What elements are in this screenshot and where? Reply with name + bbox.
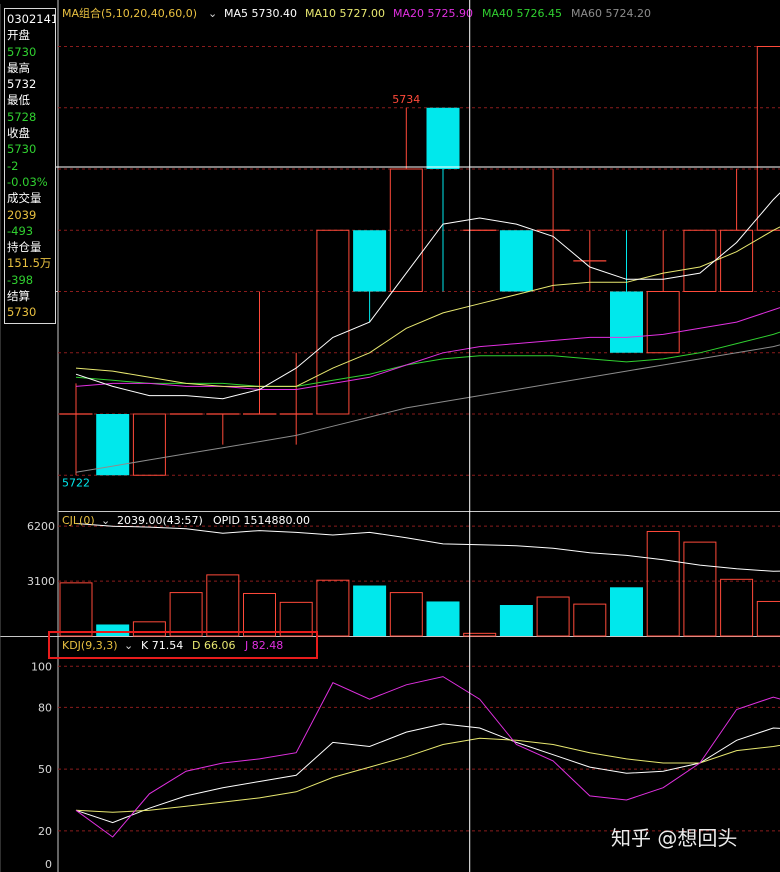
quote-label: 开盘 bbox=[7, 28, 30, 43]
ma20-line bbox=[75, 307, 780, 390]
quote-value: -0.03% bbox=[7, 174, 48, 189]
contract-code: 03021410 bbox=[7, 12, 55, 26]
crosshair[interactable] bbox=[30, 0, 780, 872]
watermark: 知乎 @想回头 bbox=[611, 826, 738, 850]
volume-panel: 6200 3100 bbox=[27, 520, 780, 637]
candle-body-down bbox=[353, 230, 387, 292]
quote-label: 最高 bbox=[7, 60, 30, 75]
opid-line bbox=[75, 523, 780, 572]
ma-indicator-name: MA组合(5,10,20,40,60,0) bbox=[62, 6, 197, 20]
chevron-down-icon: ⌄ bbox=[208, 7, 217, 20]
ma-header-value: MA60 5724.20 bbox=[571, 7, 651, 20]
kdj-k-line bbox=[75, 723, 780, 824]
kdj-tick-label: 20 bbox=[38, 825, 52, 838]
volume-bar-up bbox=[536, 596, 570, 637]
volume-bar-up bbox=[573, 603, 607, 637]
quote-value: -2 bbox=[7, 158, 19, 173]
kdj-highlight-box bbox=[48, 631, 318, 659]
kdj-j-line bbox=[75, 676, 780, 838]
quote-label: 成交量 bbox=[7, 191, 42, 206]
opid-header-value: OPID 1514880.00 bbox=[213, 514, 310, 527]
ma60-line bbox=[75, 344, 780, 473]
volume-bar-up bbox=[169, 592, 203, 637]
price-panel: 572857345722 bbox=[27, 46, 780, 489]
quote-value: -398 bbox=[7, 272, 34, 287]
quote-label: 最低 bbox=[7, 93, 30, 108]
indicator-headers: MA组合(5,10,20,40,60,0) ⌄ MA5 5730.40 MA10 57… bbox=[62, 6, 651, 652]
kdj-tick-label: 50 bbox=[38, 763, 52, 776]
volume-tick-label: 3100 bbox=[27, 575, 55, 588]
candle-body-up bbox=[756, 46, 780, 231]
candle-body-up bbox=[720, 229, 754, 292]
volume-bar-up bbox=[756, 600, 780, 637]
volume-bar-down bbox=[499, 605, 533, 636]
price-annotation: 5722 bbox=[62, 476, 90, 489]
ma40-line bbox=[75, 331, 780, 387]
volume-tick-label: 6200 bbox=[27, 520, 55, 533]
kdj-tick-label: 80 bbox=[38, 701, 52, 714]
candle-body-up bbox=[683, 229, 717, 292]
volume-bar-up bbox=[683, 541, 717, 637]
volume-bar-up bbox=[206, 574, 240, 637]
volume-bar-down bbox=[353, 585, 387, 636]
volume-bar-down bbox=[426, 601, 460, 636]
chart-canvas: 5728 5734 5722 6200 3100 100 80 50 20 0 MA组合(5,… bbox=[0, 0, 780, 872]
volume-bar-down bbox=[610, 587, 643, 636]
volume-bar-up bbox=[389, 592, 423, 637]
volume-bar-up bbox=[59, 582, 93, 637]
quote-value: 151.5万 bbox=[7, 256, 52, 271]
candle-body-up bbox=[646, 291, 680, 354]
ma-header-value: MA40 5726.45 bbox=[482, 7, 562, 20]
chevron-down-icon: ⌄ bbox=[101, 514, 110, 527]
quote-label: 持仓量 bbox=[7, 240, 42, 255]
candle-body-down bbox=[426, 107, 460, 169]
quote-label: 结算 bbox=[7, 289, 30, 304]
volume-bar-up bbox=[316, 579, 350, 637]
candle-body-up bbox=[132, 413, 166, 476]
quote-value: 5730 bbox=[7, 305, 37, 320]
candle-body-down bbox=[499, 230, 533, 292]
quote-label: 收盘 bbox=[7, 126, 30, 141]
volume-bar-up bbox=[463, 632, 497, 637]
ma-header-value: MA5 5730.40 bbox=[224, 7, 297, 20]
candle-body-up bbox=[316, 229, 350, 415]
ma-header-value: MA20 5725.90 bbox=[393, 7, 473, 20]
candle-body-down bbox=[610, 291, 643, 353]
ma-header-value: MA10 5727.00 bbox=[305, 7, 385, 20]
quote-value: 5728 bbox=[7, 109, 37, 124]
kdj-tick-label: 100 bbox=[31, 660, 52, 673]
quote-value: 5732 bbox=[7, 77, 37, 92]
kdj-d-line bbox=[75, 737, 780, 813]
quote-info-panel: 03021410 开盘5730最高5732最低5728收盘5730-2-0.03… bbox=[4, 8, 56, 324]
volume-indicator-name: CJL(0) bbox=[62, 514, 95, 527]
quote-value: 5730 bbox=[7, 44, 37, 59]
quote-value: 2039 bbox=[7, 207, 37, 222]
price-annotation: 5734 bbox=[392, 93, 420, 106]
quote-value: 5730 bbox=[7, 142, 37, 157]
volume-header-value: 2039.00(43:57) bbox=[117, 514, 203, 527]
quote-value: -493 bbox=[7, 223, 34, 238]
volume-bar-up bbox=[646, 530, 680, 637]
volume-bar-up bbox=[720, 578, 754, 637]
kdj-tick-label: 0 bbox=[45, 858, 52, 871]
volume-bar-up bbox=[243, 592, 276, 637]
quote-info-items: 开盘 5730 最高 5732 最低 5728 收盘 5730 -2 -0.03% 成交量 2039-… bbox=[7, 27, 55, 320]
